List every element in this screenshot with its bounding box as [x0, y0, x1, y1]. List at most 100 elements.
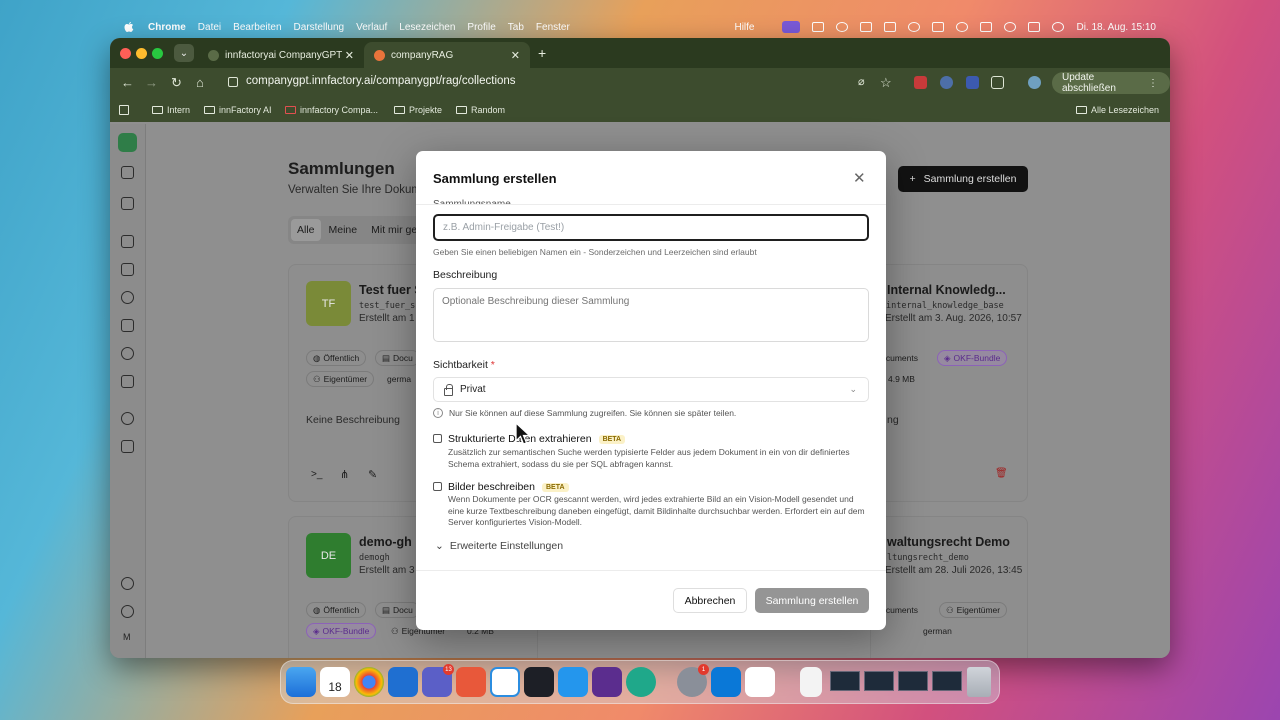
- window-thumbnail[interactable]: [830, 671, 860, 691]
- siri-icon[interactable]: [1052, 22, 1065, 32]
- tab-companyrag[interactable]: companyRAG ✕: [364, 42, 530, 68]
- share-icon[interactable]: ⋔: [340, 468, 349, 481]
- menu-verlauf[interactable]: Verlauf: [356, 22, 387, 33]
- pencil-icon[interactable]: ✎: [368, 468, 377, 481]
- plug-icon[interactable]: [121, 319, 134, 332]
- close-tab-icon[interactable]: ✕: [345, 49, 354, 62]
- extension-icon[interactable]: [940, 76, 953, 89]
- bitwarden-extension-icon[interactable]: [966, 76, 979, 89]
- structured-data-checkbox[interactable]: [433, 434, 442, 443]
- calendar-icon[interactable]: 18: [320, 667, 350, 697]
- describe-images-title[interactable]: Bilder beschreiben BETA: [448, 481, 569, 493]
- close-tab-icon[interactable]: ✕: [511, 49, 520, 62]
- menu-hilfe[interactable]: Hilfe: [734, 22, 754, 33]
- globe-icon[interactable]: [121, 577, 134, 590]
- structured-data-title[interactable]: Strukturierte Daten extrahieren BETA: [448, 433, 626, 445]
- wifi-icon[interactable]: [956, 22, 969, 32]
- extensions-puzzle-icon[interactable]: [991, 76, 1004, 89]
- site-info-icon[interactable]: [228, 77, 238, 87]
- magnet-icon[interactable]: [745, 667, 775, 697]
- bluetooth-icon[interactable]: [836, 22, 849, 32]
- sun-icon[interactable]: [121, 605, 134, 618]
- filter-meine[interactable]: Meine: [323, 219, 364, 241]
- trash-icon[interactable]: 🗑: [995, 468, 1008, 479]
- menu-datei[interactable]: Datei: [198, 22, 221, 33]
- collection-title[interactable]: Internal Knowledg...: [887, 283, 1006, 297]
- menu-darstellung[interactable]: Darstellung: [294, 22, 345, 33]
- new-tab-button[interactable]: +: [538, 45, 546, 61]
- forward-icon[interactable]: →: [145, 75, 158, 90]
- upload-icon[interactable]: [121, 375, 134, 388]
- collection-title[interactable]: Test fuer S: [359, 283, 423, 297]
- bookmark-innfactory-compa[interactable]: innfactory Compa...: [285, 105, 378, 115]
- window-thumbnail[interactable]: [864, 671, 894, 691]
- control-center-icon[interactable]: [1028, 22, 1041, 32]
- camera-icon[interactable]: [860, 22, 873, 32]
- vscode-icon[interactable]: [490, 667, 520, 697]
- cancel-button[interactable]: Abbrechen: [673, 588, 747, 613]
- menubar-datetime[interactable]: Di. 18. Aug. 15:10: [1076, 22, 1156, 33]
- trash-icon[interactable]: [967, 667, 991, 697]
- describe-images-checkbox[interactable]: [433, 482, 442, 491]
- volume-icon[interactable]: [932, 22, 945, 32]
- profile-avatar[interactable]: [1028, 76, 1041, 89]
- update-button[interactable]: Update abschließen ⋮: [1052, 72, 1170, 94]
- search-icon[interactable]: [1004, 22, 1017, 32]
- back-icon[interactable]: ←: [121, 75, 134, 90]
- bookmark-star-icon[interactable]: ☆: [880, 75, 892, 91]
- user-avatar[interactable]: M: [123, 632, 131, 642]
- screen-record-icon[interactable]: [782, 21, 801, 33]
- address-bar[interactable]: companygpt.innfactory.ai/companygpt/rag/…: [246, 75, 516, 87]
- window-thumbnail[interactable]: [898, 671, 928, 691]
- history-icon[interactable]: [121, 347, 134, 360]
- submit-create-button[interactable]: Sammlung erstellen: [755, 588, 869, 613]
- moon-icon[interactable]: [908, 22, 921, 32]
- apple-icon[interactable]: [124, 21, 134, 33]
- all-bookmarks[interactable]: Alle Lesezeichen: [1076, 105, 1159, 115]
- create-collection-button[interactable]: + Sammlung erstellen: [898, 166, 1028, 192]
- document-preview-icon[interactable]: [800, 667, 822, 697]
- menu-app-name[interactable]: Chrome: [148, 22, 186, 33]
- apps-grid-icon[interactable]: [119, 105, 129, 115]
- minimize-window-button[interactable]: [136, 48, 147, 59]
- description-textarea[interactable]: [433, 288, 869, 342]
- key-icon[interactable]: [121, 412, 134, 425]
- storage-icon[interactable]: [121, 291, 134, 304]
- grid-icon[interactable]: [884, 22, 897, 32]
- terminal-app-icon[interactable]: [524, 667, 554, 697]
- reload-icon[interactable]: ↻: [171, 75, 182, 91]
- menu-lesezeichen[interactable]: Lesezeichen: [399, 22, 455, 33]
- menu-fenster[interactable]: Fenster: [536, 22, 570, 33]
- battery-icon[interactable]: [980, 22, 993, 32]
- database-icon[interactable]: [118, 133, 137, 152]
- bookmark-random[interactable]: Random: [456, 105, 505, 115]
- bookmark-projekte[interactable]: Projekte: [394, 105, 442, 115]
- menu-bearbeiten[interactable]: Bearbeiten: [233, 22, 281, 33]
- adblock-extension-icon[interactable]: [914, 76, 927, 89]
- claude-icon[interactable]: [456, 667, 486, 697]
- collection-title[interactable]: demo-gh: [359, 535, 412, 549]
- tab-companygpt[interactable]: innfactoryai CompanyGPT ✕: [198, 42, 364, 68]
- finder-icon[interactable]: [286, 667, 316, 697]
- shield-icon[interactable]: [121, 440, 134, 453]
- close-icon[interactable]: ✕: [853, 169, 866, 187]
- bookmark-innfactory-ai[interactable]: innFactory AI: [204, 105, 272, 115]
- terminal-icon[interactable]: >_: [311, 469, 322, 480]
- no-tracking-icon[interactable]: ⌀: [858, 75, 865, 88]
- status-icon[interactable]: [812, 22, 825, 32]
- windows-app-icon[interactable]: [711, 667, 741, 697]
- edit-icon[interactable]: [121, 166, 134, 179]
- visibility-select[interactable]: Privat ⌄: [433, 377, 869, 402]
- collection-title[interactable]: waltungsrecht Demo: [887, 535, 1010, 549]
- home-icon[interactable]: ⌂: [196, 75, 204, 90]
- document-icon[interactable]: [121, 235, 134, 248]
- collection-card[interactable]: waltungsrecht Demo ltungsrecht_demo Erst…: [870, 516, 1028, 658]
- collection-name-input[interactable]: [433, 214, 869, 241]
- chrome-icon[interactable]: [354, 667, 384, 697]
- docker-icon[interactable]: [558, 667, 588, 697]
- obsidian-icon[interactable]: [592, 667, 622, 697]
- chatgpt-icon[interactable]: [626, 667, 656, 697]
- layers-icon[interactable]: [121, 263, 134, 276]
- window-thumbnail[interactable]: [932, 671, 962, 691]
- menu-profile[interactable]: Profile: [467, 22, 495, 33]
